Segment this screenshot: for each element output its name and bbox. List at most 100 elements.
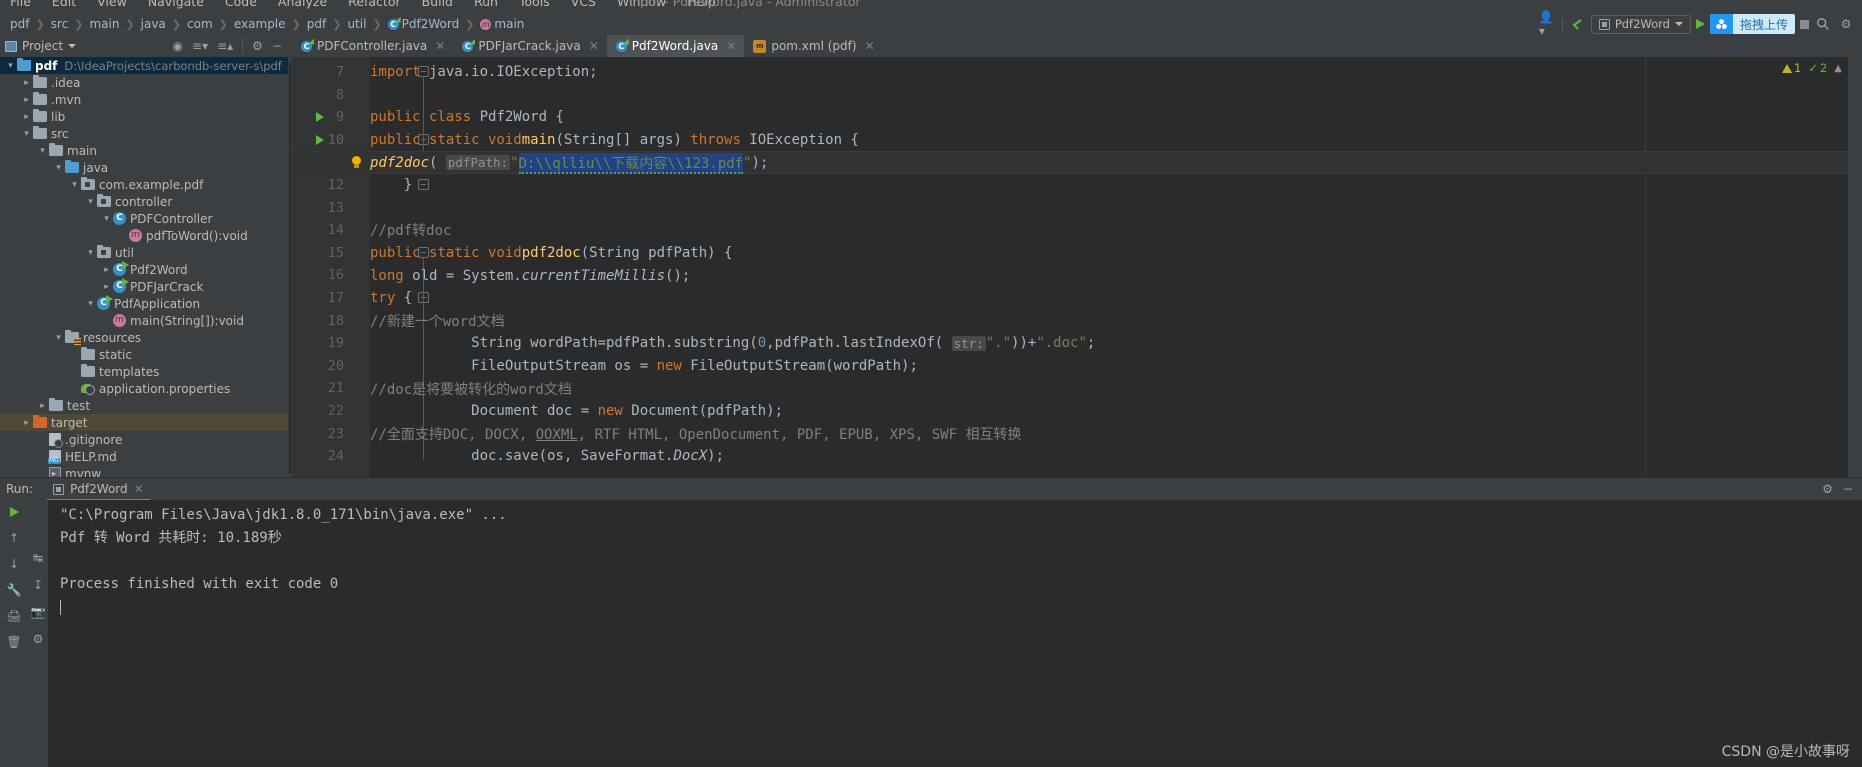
down-arrow-icon[interactable]: ↓ [5,556,23,572]
tree-row-pdftoword-void[interactable]: m pdfToWord():void [0,227,290,244]
trash-icon[interactable]: 🗑 [5,634,23,650]
close-icon[interactable]: ✕ [589,39,599,53]
tree-row-com-example-pdf[interactable]: com.example.pdf [0,176,290,193]
editor-tab-pom-xml-pdf-[interactable]: m pom.xml (pdf) ✕ [744,35,882,57]
run-gutter-icon[interactable] [316,134,324,145]
run-gutter-icon[interactable] [316,112,324,123]
menu-item-code[interactable]: Code [223,0,259,9]
chevron-down-icon[interactable] [4,61,17,71]
breadcrumb-item-Pdf2Word[interactable]: C Pdf2Word [384,17,464,31]
inspection-widget[interactable]: 1 ✓ 2 ▲ [1782,61,1842,75]
stop-button[interactable] [1800,19,1809,29]
run-console[interactable]: "C:\Program Files\Java\jdk1.8.0_171\bin\… [48,500,1862,767]
menu-item-vcs[interactable]: VCS [569,0,598,9]
menu-item-edit[interactable]: Edit [50,0,78,9]
chevron-down-icon[interactable] [84,299,97,309]
tree-row-main[interactable]: main [0,142,290,159]
breadcrumb-item-main[interactable]: main [85,17,123,31]
up-arrow-icon[interactable]: ↑ [5,530,23,546]
menu-item-build[interactable]: Build [420,0,455,9]
tree-row--mvn[interactable]: .mvn [0,91,290,108]
chevron-right-icon[interactable] [100,282,113,292]
chevron-right-icon[interactable] [20,112,33,122]
editor-tab-pdf2word-java[interactable]: C Pdf2Word.java ✕ [606,35,745,57]
tree-row-resources[interactable]: resources [0,329,290,346]
soft-wrap-icon[interactable]: ↹ [29,550,47,566]
tree-row--gitignore[interactable]: .gitignore [0,431,290,448]
tree-row-lib[interactable]: lib [0,108,290,125]
chevron-down-icon[interactable] [68,180,81,190]
tree-row-target[interactable]: target [0,414,290,431]
tree-row-pdf2word[interactable]: CPdf2Word [0,261,290,278]
upload-widget[interactable]: 拖拽上传 [1709,14,1795,34]
run-button[interactable] [1695,19,1705,29]
tree-row-src[interactable]: src [0,125,290,142]
print-icon[interactable]: 🖨 [5,608,23,624]
tree-row-java[interactable]: java [0,159,290,176]
tree-row-mvnw[interactable]: mvnw [0,465,290,477]
tree-row-root[interactable]: pdf D:\IdeaProjects\carbondb-server-s\pdf [0,57,290,74]
tree-row-util[interactable]: util [0,244,290,261]
tree-row-controller[interactable]: controller [0,193,290,210]
tree-row--idea[interactable]: .idea [0,74,290,91]
settings-icon[interactable]: ⚙ [29,631,47,647]
breadcrumb-item-pdf[interactable]: pdf [303,17,330,31]
breadcrumb-item-pdf[interactable]: pdf [6,17,33,31]
chevron-right-icon[interactable] [20,78,33,88]
tree-row-pdfcontroller[interactable]: C PDFController [0,210,290,227]
tree-row-application-properties[interactable]: application.properties [0,380,290,397]
tree-row-test[interactable]: test [0,397,290,414]
editor-tab-pdfcontroller-java[interactable]: C PDFController.java ✕ [292,35,453,57]
chevron-down-icon[interactable] [52,163,65,173]
search-icon[interactable] [1814,15,1832,33]
project-toolwindow-title[interactable]: Project [5,39,77,53]
breadcrumb-item-main[interactable]: m main [476,17,528,31]
editor-fold-strip[interactable] [354,57,429,477]
close-icon[interactable]: ✕ [134,482,144,496]
editor-gutter[interactable]: 789101112131415161718192021222324 [292,57,354,477]
editor-tabs[interactable]: C PDFController.java ✕ C PDFJarCrack.java ✕ C P… [292,35,1862,57]
close-icon[interactable]: ✕ [865,39,875,53]
chevron-up-icon[interactable]: ▲ [1834,63,1842,74]
tree-row-main-string-void[interactable]: m main(String[]):void [0,312,290,329]
chevron-right-icon[interactable] [36,401,49,411]
menu-item-analyze[interactable]: Analyze [276,0,329,9]
rerun-icon[interactable] [5,504,23,520]
run-tab-pdf2word[interactable]: Pdf2Word ✕ [47,478,150,501]
menu-item-refactor[interactable]: Refactor [346,0,402,9]
chevron-down-icon[interactable] [52,333,65,343]
intention-bulb-icon[interactable] [350,156,363,169]
tree-row-static[interactable]: static [0,346,290,363]
chevron-down-icon[interactable] [84,248,97,258]
tree-row-pdfjarcrack[interactable]: CPDFJarCrack [0,278,290,295]
wrench-icon[interactable]: 🔧 [5,582,23,598]
editor-tab-pdfjarcrack-java[interactable]: C PDFJarCrack.java ✕ [453,35,606,57]
breadcrumb-item-src[interactable]: src [47,17,73,31]
update-project-icon[interactable] [1568,15,1586,33]
hide-icon[interactable]: − [1843,482,1853,496]
menu-item-navigate[interactable]: Navigate [146,0,206,9]
chevron-down-icon[interactable] [20,129,33,139]
breadcrumb-item-com[interactable]: com [183,17,217,31]
menu-item-view[interactable]: View [95,0,129,9]
breadcrumb-item-java[interactable]: java [137,17,170,31]
camera-icon[interactable]: 📷 [29,604,47,620]
chevron-right-icon[interactable] [100,265,113,275]
tree-row-pdfapplication[interactable]: CPdfApplication [0,295,290,312]
locate-icon[interactable]: ◉ [173,39,183,53]
expand-all-icon[interactable]: ≡▾ [192,39,208,53]
tree-row-help-md[interactable]: HELP.md [0,448,290,465]
tree-row-templates[interactable]: templates [0,363,290,380]
menu-item-tools[interactable]: Tools [517,0,552,9]
scroll-end-icon[interactable]: ↧ [29,577,47,593]
run-configuration-selector[interactable]: Pdf2Word [1590,14,1691,34]
close-icon[interactable]: ✕ [726,39,736,53]
gear-icon[interactable]: ⚙ [1837,15,1855,33]
breadcrumb-item-util[interactable]: util [343,17,370,31]
code-editor[interactable]: 789101112131415161718192021222324 import… [292,57,1862,477]
project-tree[interactable]: pdf D:\IdeaProjects\carbondb-server-s\pdf… [0,57,290,477]
collapse-all-icon[interactable]: ≡▴ [217,39,233,53]
chevron-down-icon[interactable] [84,197,97,207]
chevron-down-icon[interactable] [100,214,113,224]
gear-icon[interactable]: ⚙ [1822,482,1833,496]
